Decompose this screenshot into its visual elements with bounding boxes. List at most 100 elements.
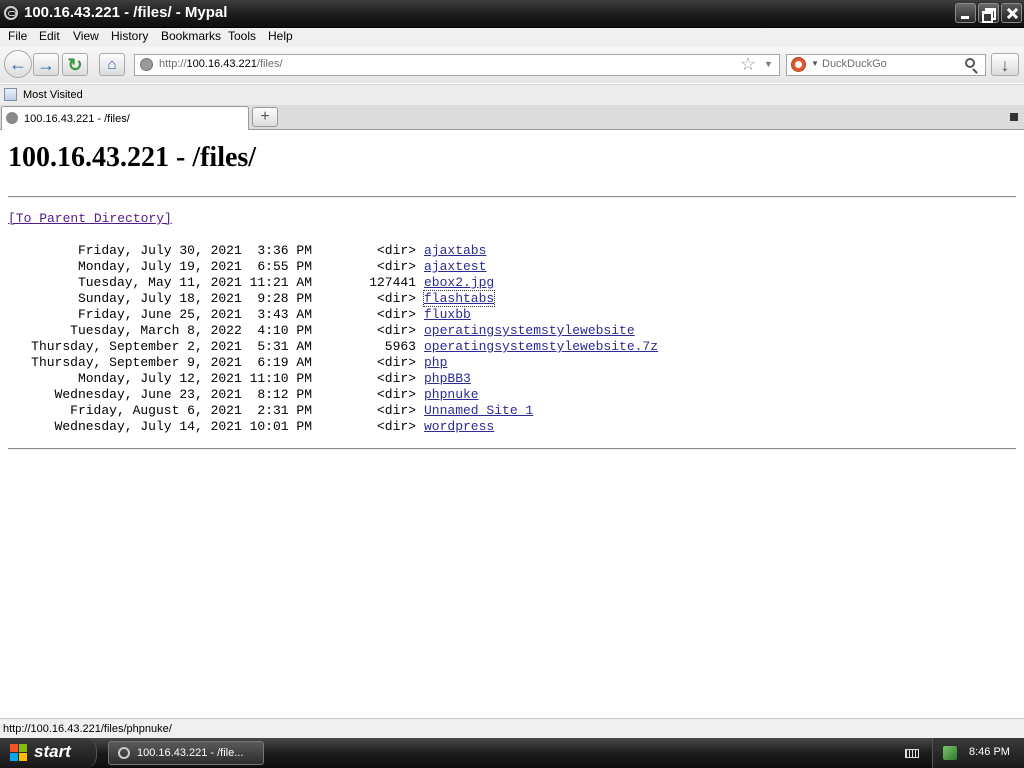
minimize-button[interactable]: [955, 3, 976, 23]
forward-button[interactable]: →: [33, 53, 59, 76]
home-button[interactable]: ⌂: [99, 53, 125, 76]
back-button[interactable]: ←: [4, 50, 32, 78]
file-size: <dir>: [376, 403, 416, 418]
search-bar[interactable]: ▼ DuckDuckGo: [786, 54, 986, 76]
network-icon[interactable]: [943, 746, 957, 760]
file-entry-row: Friday, July 30, 2021 3:36 PM <dir> ajaxta…: [8, 243, 658, 259]
file-entry-row: Friday, August 6, 2021 2:31 PM <dir> Unnam…: [8, 403, 658, 419]
menu-history[interactable]: History: [108, 29, 151, 43]
file-date: Tuesday, May 11, 2021 11:21 AM: [77, 275, 312, 290]
parent-directory-link[interactable]: [To Parent Directory]: [8, 211, 172, 227]
restore-button[interactable]: [978, 3, 999, 23]
file-entry-row: Wednesday, June 23, 2021 8:12 PM <dir> php…: [8, 387, 658, 403]
forward-arrow-icon: →: [37, 55, 55, 75]
most-visited-bookmark[interactable]: Most Visited: [23, 89, 83, 101]
downloads-button[interactable]: ↓: [991, 53, 1019, 76]
file-entry-row: Friday, June 25, 2021 3:43 AM <dir> fluxbb: [8, 307, 658, 323]
clock[interactable]: 8:46 PM: [969, 746, 1010, 758]
keyboard-icon[interactable]: [905, 749, 919, 758]
file-entry-row: Monday, July 19, 2021 6:55 PM <dir> ajaxte…: [8, 259, 658, 275]
divider-bottom: [8, 448, 1016, 450]
reload-button[interactable]: ↻: [62, 53, 88, 76]
tab-globe-icon: [6, 112, 18, 124]
start-button[interactable]: start: [0, 738, 97, 768]
menu-bookmarks[interactable]: Bookmarks: [158, 29, 224, 43]
file-listing: Friday, July 30, 2021 3:36 PM <dir> ajaxta…: [8, 243, 658, 435]
file-link[interactable]: ebox2.jpg: [424, 275, 494, 290]
page-content: 100.16.43.221 - /files/ [To Parent Direc…: [0, 130, 1024, 718]
page-title: 100.16.43.221 - /files/: [8, 142, 257, 173]
file-entry-row: Wednesday, July 14, 2021 10:01 PM <dir> wo…: [8, 419, 658, 435]
home-icon: ⌂: [107, 56, 117, 73]
navigation-toolbar: ← → ↻ ⌂ http://100.16.43.221/files/ ☆ ▼ …: [0, 47, 1024, 83]
system-tray: 8:46 PM: [932, 738, 1024, 768]
start-label: start: [34, 742, 71, 761]
file-link[interactable]: operatingsystemstylewebsite: [424, 323, 635, 338]
url-history-dropdown-icon[interactable]: ▼: [764, 59, 773, 69]
file-entry-row: Tuesday, March 8, 2022 4:10 PM <dir> opera…: [8, 323, 658, 339]
search-input[interactable]: DuckDuckGo: [822, 58, 887, 70]
file-link[interactable]: operatingsystemstylewebsite.7z: [424, 339, 658, 354]
file-date: Friday, June 25, 2021 3:43 AM: [77, 307, 312, 322]
bookmark-star-icon[interactable]: ☆: [740, 54, 756, 75]
new-tab-button[interactable]: +: [252, 107, 278, 127]
divider-top: [8, 196, 1016, 198]
file-size: 5963: [384, 339, 416, 354]
menu-bar: File Edit View History Bookmarks Tools H…: [0, 28, 1024, 47]
close-button[interactable]: [1001, 3, 1022, 23]
taskbar-window-button[interactable]: 100.16.43.221 - /file...: [108, 741, 264, 765]
file-size: <dir>: [376, 307, 416, 322]
file-date: Wednesday, June 23, 2021 8:12 PM: [54, 387, 312, 402]
window-title: 100.16.43.221 - /files/ - Mypal: [24, 4, 228, 21]
file-date: Friday, August 6, 2021 2:31 PM: [70, 403, 312, 418]
menu-view[interactable]: View: [70, 29, 102, 43]
url-text[interactable]: http://100.16.43.221/files/: [159, 58, 283, 70]
taskbar-window-label: 100.16.43.221 - /file...: [137, 747, 244, 759]
file-link[interactable]: php: [424, 355, 447, 370]
file-date: Sunday, July 18, 2021 9:28 PM: [77, 291, 312, 306]
file-date: Wednesday, July 14, 2021 10:01 PM: [54, 419, 312, 434]
file-entry-row: Thursday, September 9, 2021 6:19 AM <dir>…: [8, 355, 658, 371]
reload-icon: ↻: [67, 55, 83, 75]
taskbar: start 100.16.43.221 - /file... 8:46 PM: [0, 738, 1024, 768]
mypal-app-icon[interactable]: [4, 6, 18, 20]
list-all-tabs-icon[interactable]: [1010, 113, 1018, 121]
status-text: http://100.16.43.221/files/phpnuke/: [3, 723, 172, 735]
file-link[interactable]: flashtabs: [422, 290, 496, 307]
file-link[interactable]: ajaxtest: [424, 259, 486, 274]
file-link[interactable]: Unnamed Site 1: [424, 403, 533, 418]
tab-strip: 100.16.43.221 - /files/ +: [0, 105, 1024, 130]
file-entry-row: Tuesday, May 11, 2021 11:21 AM 127441 ebox…: [8, 275, 658, 291]
file-date: Tuesday, March 8, 2022 4:10 PM: [70, 323, 312, 338]
file-link[interactable]: wordpress: [424, 419, 494, 434]
download-arrow-icon: ↓: [1000, 55, 1010, 75]
file-size: <dir>: [376, 291, 416, 306]
mypal-taskbar-icon: [118, 747, 130, 759]
menu-tools[interactable]: Tools: [225, 29, 259, 43]
file-link[interactable]: fluxbb: [424, 307, 471, 322]
site-identity-icon[interactable]: [140, 58, 153, 71]
menu-help[interactable]: Help: [265, 29, 296, 43]
url-bar[interactable]: http://100.16.43.221/files/ ☆ ▼: [134, 54, 780, 76]
file-link[interactable]: phpBB3: [424, 371, 471, 386]
file-date: Thursday, September 9, 2021 6:19 AM: [31, 355, 312, 370]
status-bar: http://100.16.43.221/files/phpnuke/: [0, 718, 1024, 739]
file-date: Thursday, September 2, 2021 5:31 AM: [31, 339, 312, 354]
tab-files[interactable]: 100.16.43.221 - /files/: [1, 106, 249, 130]
file-size: <dir>: [376, 259, 416, 274]
file-entry-row: Monday, July 12, 2021 11:10 PM <dir> phpBB…: [8, 371, 658, 387]
file-date: Monday, July 12, 2021 11:10 PM: [77, 371, 312, 386]
most-visited-icon[interactable]: [4, 88, 17, 101]
duckduckgo-engine-icon[interactable]: [791, 57, 806, 72]
file-size: <dir>: [376, 371, 416, 386]
file-size: <dir>: [376, 323, 416, 338]
file-link[interactable]: phpnuke: [424, 387, 479, 402]
search-icon[interactable]: [965, 58, 975, 68]
windows-logo-icon: [10, 744, 28, 762]
file-entry-row: Thursday, September 2, 2021 5:31 AM 5963 o…: [8, 339, 658, 355]
file-link[interactable]: ajaxtabs: [424, 243, 486, 258]
menu-file[interactable]: File: [5, 29, 30, 43]
search-engine-dropdown-icon[interactable]: ▼: [811, 59, 819, 68]
file-size: <dir>: [376, 387, 416, 402]
menu-edit[interactable]: Edit: [36, 29, 63, 43]
